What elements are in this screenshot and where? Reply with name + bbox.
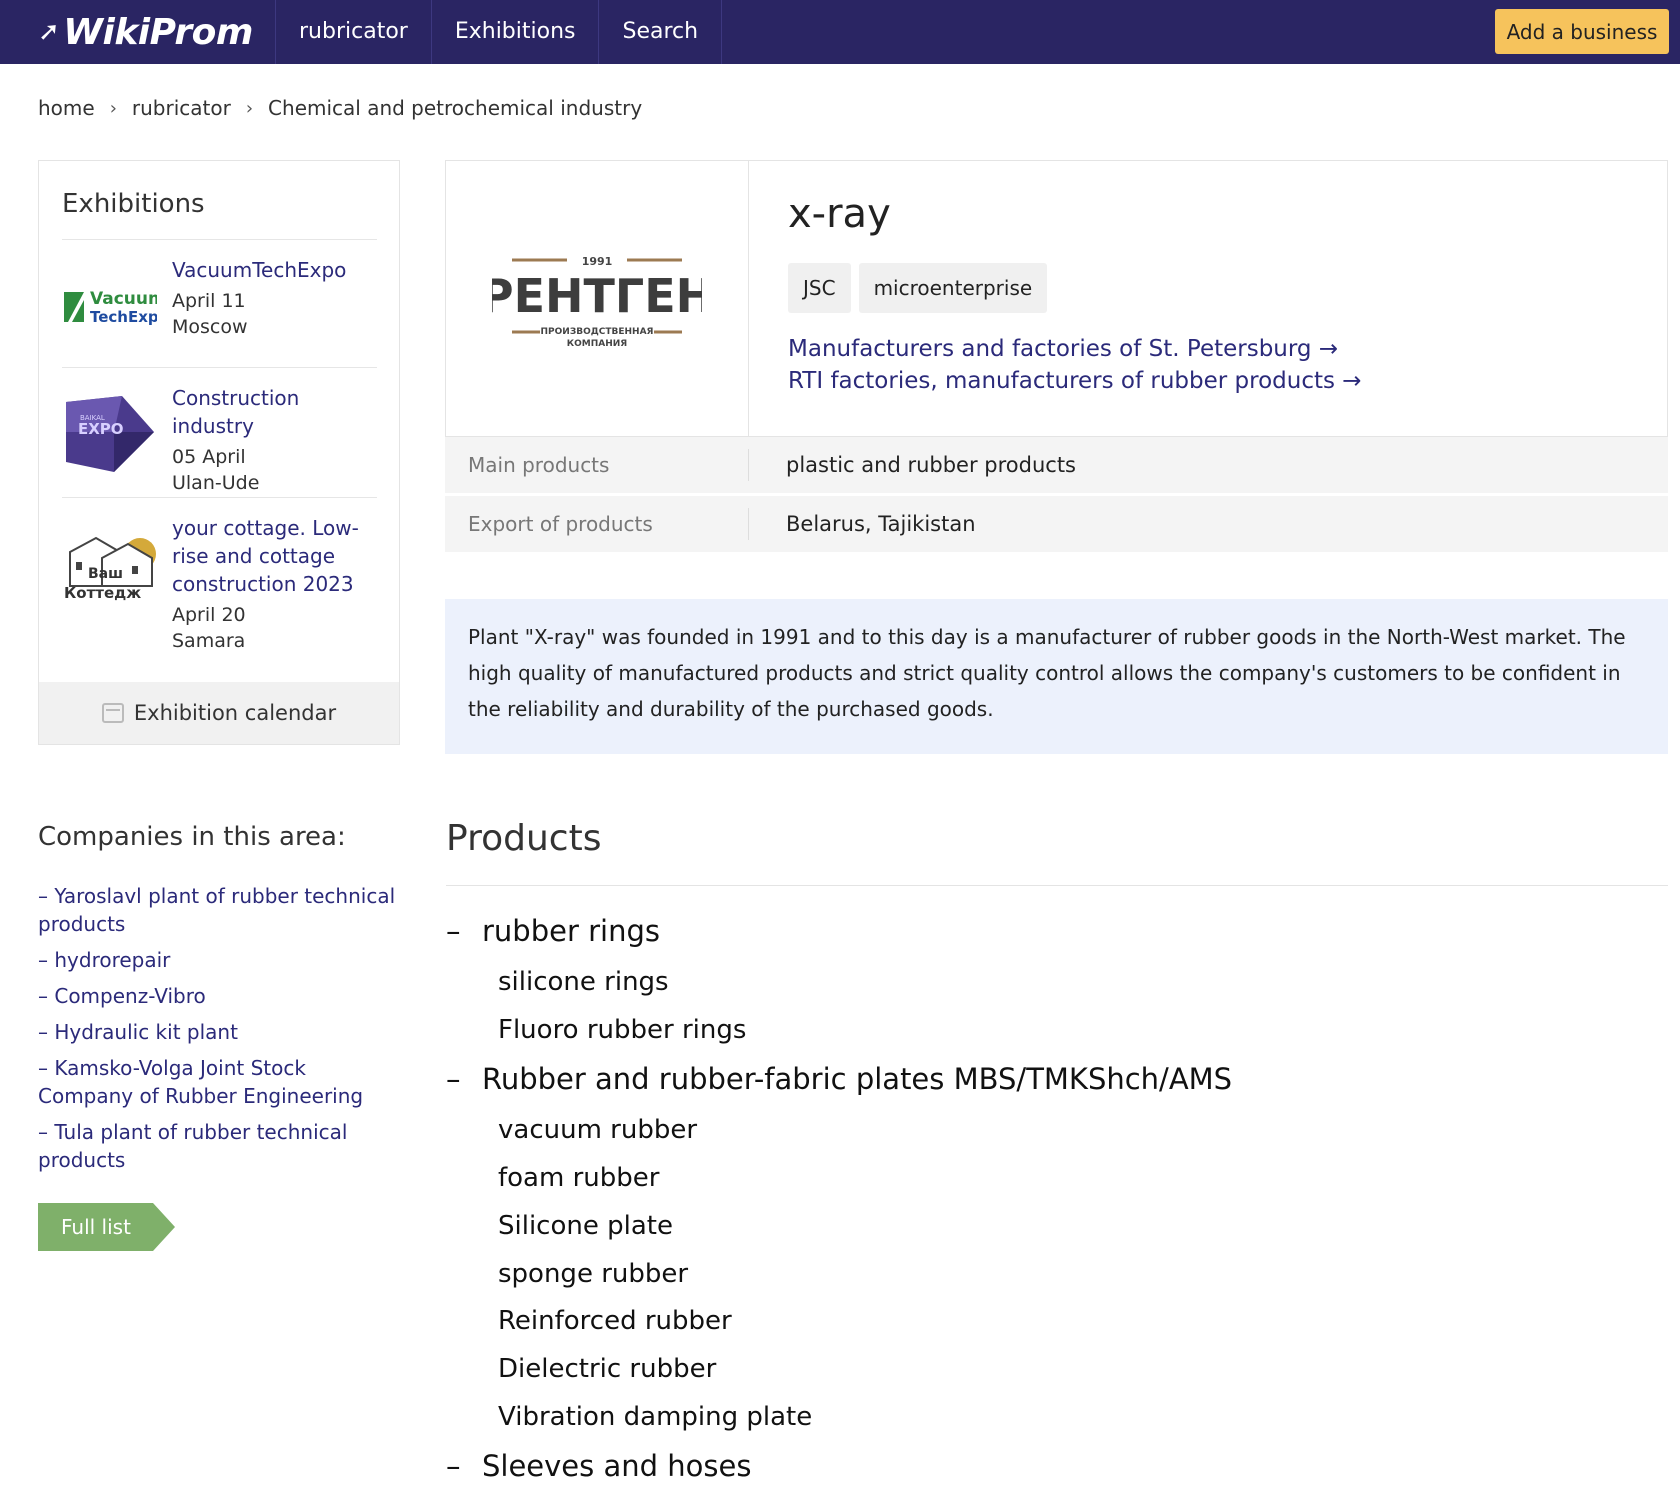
info-value: plastic and rubber products [786, 453, 1076, 477]
product-item[interactable]: vacuum rubber [498, 1115, 697, 1145]
nav-search[interactable]: Search [599, 0, 723, 64]
company-link[interactable]: – Kamsko-Volga Joint Stock Company of Ru… [38, 1054, 398, 1110]
company-card: 1991 РЕНТГЕН ПРОИЗВОДСТВЕННАЯ КОМПАНИЯ x… [445, 160, 1668, 437]
company-link[interactable]: – Hydraulic kit plant [38, 1018, 398, 1046]
company-link[interactable]: – hydrorepair [38, 946, 398, 974]
exhibition-text: Construction industry 05 April Ulan-Ude [172, 384, 382, 496]
product-item[interactable]: Dielectric rubber [498, 1354, 716, 1384]
exhibition-item[interactable]: BAIKAL EXPO Construction industry 05 Apr… [62, 384, 382, 494]
breadcrumb-rubricator[interactable]: rubricator [132, 96, 231, 120]
logo-sub-text-1: ПРОИЗВОДСТВЕННАЯ [541, 327, 654, 337]
calendar-icon [101, 703, 124, 723]
exhibition-date: April 11 [172, 290, 246, 312]
divider [62, 239, 377, 240]
company-logo: 1991 РЕНТГЕН ПРОИЗВОДСТВЕННАЯ КОМПАНИЯ [446, 161, 749, 436]
product-group-name: Rubber and rubber-fabric plates MBS/TMKS… [482, 1062, 1233, 1096]
exhibition-text: VacuumTechExpo April 11 Moscow [172, 256, 382, 340]
dash-icon: – [446, 1062, 461, 1096]
vacuumtechexpo-logo: Vacuum TechExpo [62, 266, 169, 346]
product-item[interactable]: Vibration damping plate [498, 1402, 812, 1432]
companies-title: Companies in this area: [38, 822, 346, 852]
cottage-logo-text-1: Ваш [88, 566, 123, 582]
breadcrumb-home[interactable]: home [38, 96, 95, 120]
expo-logo-text-2: EXPO [78, 420, 124, 438]
product-item[interactable]: silicone rings [498, 967, 669, 997]
info-row-export: Export of products Belarus, Tajikistan [445, 496, 1668, 552]
product-group-name: rubber rings [482, 914, 660, 948]
exhibitions-panel: Exhibitions Vacuum TechExpo VacuumTechEx… [38, 160, 400, 745]
exhibition-city: Ulan-Ude [172, 472, 260, 494]
logo-year: 1991 [582, 255, 613, 268]
company-link[interactable]: – Tula plant of rubber technical product… [38, 1118, 398, 1174]
product-group-name: Sleeves and hoses [482, 1449, 752, 1483]
company-description: Plant "X-ray" was founded in 1991 and to… [445, 599, 1668, 754]
exhibition-city: Samara [172, 630, 246, 652]
product-item[interactable]: sponge rubber [498, 1259, 688, 1289]
nav-exhibitions[interactable]: Exhibitions [432, 0, 600, 64]
nav-rubricator[interactable]: rubricator [275, 0, 432, 64]
product-group[interactable]: – Rubber and rubber-fabric plates MBS/TM… [446, 1062, 1232, 1096]
logo-sub-text-2: КОМПАНИЯ [567, 339, 628, 349]
tag-legal-form: JSC [788, 263, 851, 313]
dash-icon: – [446, 914, 461, 948]
divider [62, 367, 377, 368]
divider [748, 449, 749, 481]
info-label: Export of products [468, 512, 653, 536]
arrow-icon: ➚ [38, 17, 60, 47]
breadcrumb-separator-icon: › [109, 97, 117, 119]
product-item[interactable]: Silicone plate [498, 1211, 673, 1241]
vacuum-logo-text-1: Vacuum [90, 289, 157, 309]
main-nav: rubricator Exhibitions Search [275, 0, 723, 64]
cottage-expo-logo: Ваш Коттедж [62, 532, 157, 612]
company-tags: JSC microenterprise [788, 263, 1055, 313]
divider [748, 508, 749, 540]
exhibition-item[interactable]: Vacuum TechExpo VacuumTechExpo April 11 … [62, 256, 382, 356]
exhibition-name[interactable]: Construction industry [172, 384, 382, 440]
exhibition-name[interactable]: VacuumTechExpo [172, 256, 382, 284]
product-group[interactable]: – Sleeves and hoses [446, 1449, 751, 1483]
product-group[interactable]: – rubber rings [446, 914, 660, 948]
tag-size: microenterprise [858, 263, 1048, 313]
breadcrumb-separator-icon: › [245, 97, 254, 119]
exhibition-text: your cottage. Low-rise and cottage const… [172, 514, 382, 654]
divider [62, 497, 377, 498]
category-link-rti-factories[interactable]: RTI factories, manufacturers of rubber p… [788, 368, 1362, 394]
product-item[interactable]: foam rubber [498, 1163, 659, 1193]
vacuum-logo-text-2: TechExpo [90, 308, 157, 326]
company-name: x-ray [788, 191, 891, 237]
info-label: Main products [468, 453, 610, 477]
companies-list: – Yaroslavl plant of rubber technical pr… [38, 882, 398, 1182]
wikiprom-logo[interactable]: ➚ WikiProm [38, 8, 253, 56]
company-link[interactable]: – Compenz-Vibro [38, 982, 398, 1010]
exhibition-date: April 20 [172, 604, 246, 626]
exhibition-name[interactable]: your cottage. Low-rise and cottage const… [172, 514, 382, 598]
add-business-button[interactable]: Add a business [1495, 9, 1669, 54]
full-list-button[interactable]: Full list [38, 1203, 175, 1251]
breadcrumb: home › rubricator › Chemical and petroch… [38, 96, 642, 120]
info-value: Belarus, Tajikistan [786, 512, 976, 536]
baikal-expo-logo: BAIKAL EXPO [62, 392, 157, 472]
exhibition-date: 05 April [172, 446, 246, 468]
category-link-st-petersburg[interactable]: Manufacturers and factories of St. Peter… [788, 336, 1338, 362]
logo-text: WikiProm [63, 11, 253, 53]
info-row-main-products: Main products plastic and rubber product… [445, 437, 1668, 493]
exhibition-item[interactable]: Ваш Коттедж your cottage. Low-rise and c… [62, 514, 382, 664]
exhibitions-title: Exhibitions [62, 189, 205, 219]
exhibition-city: Moscow [172, 316, 248, 338]
divider [446, 885, 1668, 886]
company-link[interactable]: – Yaroslavl plant of rubber technical pr… [38, 882, 398, 938]
cottage-logo-text-2: Коттедж [64, 584, 141, 602]
top-navigation-bar: ➚ WikiProm rubricator Exhibitions Search… [0, 0, 1680, 64]
product-item[interactable]: Fluoro rubber rings [498, 1015, 746, 1045]
breadcrumb-current: Chemical and petrochemical industry [268, 96, 643, 120]
logo-main-text: РЕНТГЕН [492, 269, 702, 323]
exhibition-calendar-label: Exhibition calendar [133, 701, 337, 725]
exhibition-calendar-link[interactable]: Exhibition calendar [39, 682, 399, 744]
dash-icon: – [446, 1449, 461, 1483]
products-title: Products [446, 818, 602, 859]
product-item[interactable]: Reinforced rubber [498, 1306, 732, 1336]
